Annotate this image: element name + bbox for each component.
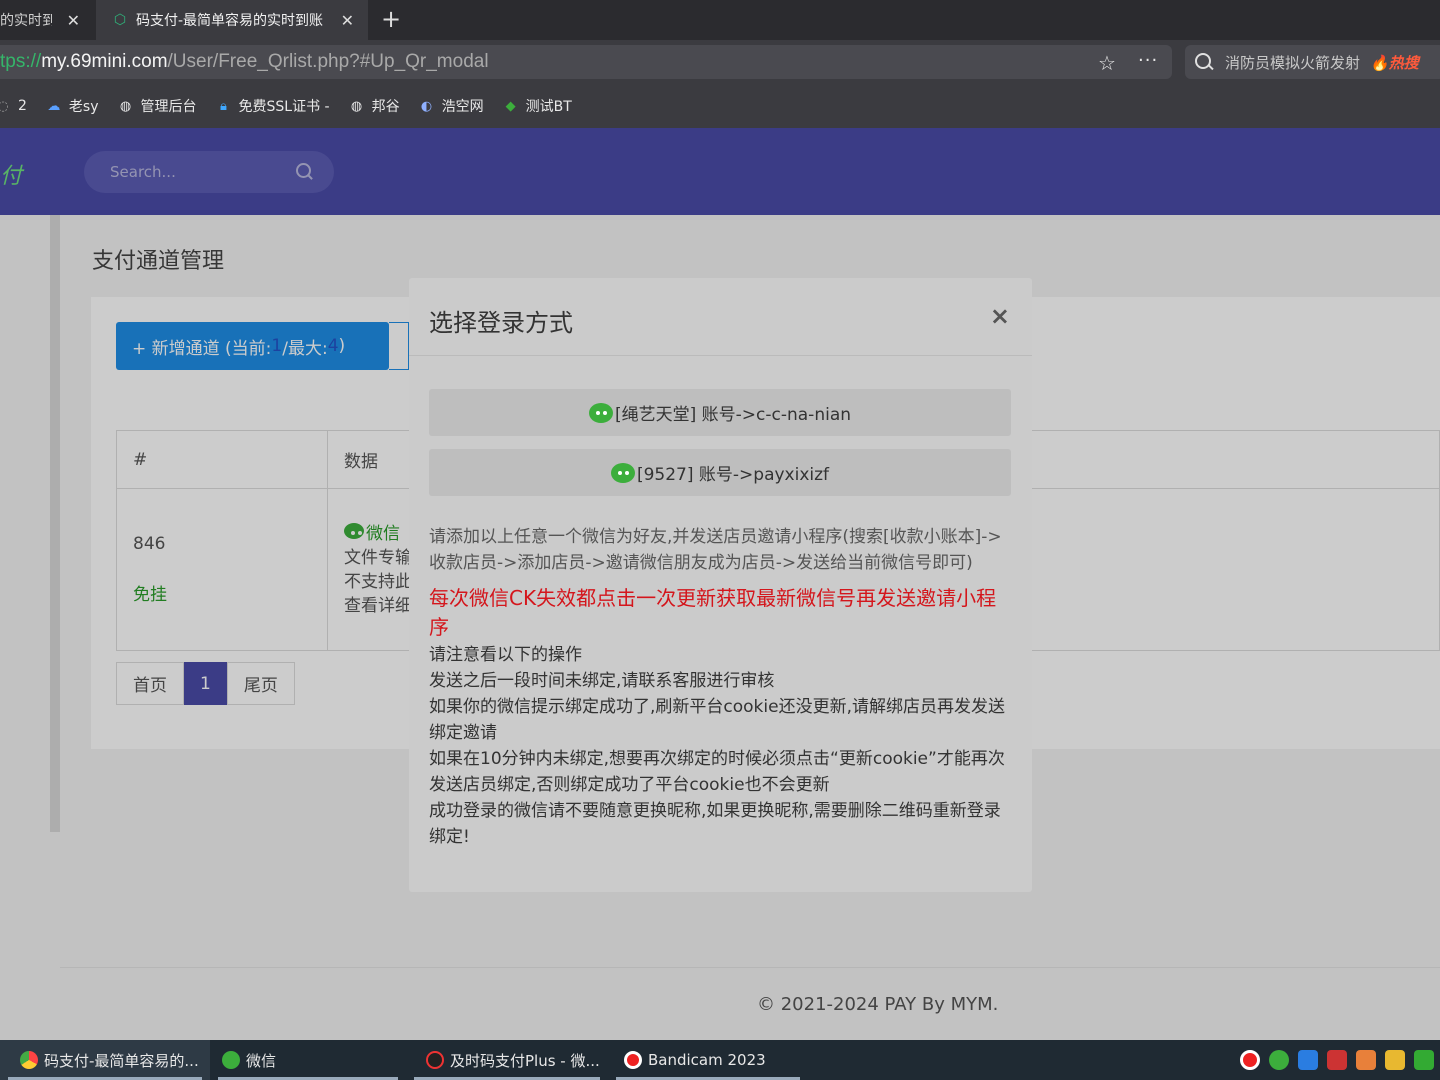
cube-icon: ◆ bbox=[505, 98, 516, 114]
bookmark-label: 测试BT bbox=[525, 99, 572, 115]
wechat-icon bbox=[222, 1051, 240, 1069]
gpu-tray-icon[interactable] bbox=[1414, 1050, 1434, 1070]
lock-icon: 🔒︎ bbox=[220, 98, 227, 114]
tab-close-icon[interactable]: ✕ bbox=[341, 11, 354, 30]
new-tab-icon[interactable]: + bbox=[378, 6, 404, 32]
bookmark-star-icon[interactable]: ☆ bbox=[1098, 51, 1116, 75]
bookmark-item[interactable]: ☁ 老sy bbox=[45, 96, 99, 116]
record-tray-icon[interactable] bbox=[1240, 1050, 1260, 1070]
account-option-label: [9527] 账号->payxixizf bbox=[636, 465, 830, 485]
shield-tray-icon[interactable] bbox=[1327, 1050, 1347, 1070]
search-suggestion: 消防员模拟火箭发射 bbox=[1225, 53, 1361, 72]
bookmark-label: 管理后台 bbox=[140, 99, 197, 115]
site-logo-icon: ◐ bbox=[420, 98, 433, 114]
globe-icon: ◍ bbox=[350, 98, 363, 114]
address-bar-row: tps://my.69mini.com/User/Free_Qrlist.php… bbox=[0, 40, 1440, 84]
login-method-modal: 选择登录方式 × [绳艺天堂] 账号->c-c-na-nian [9527] 账… bbox=[409, 278, 1032, 892]
bookmark-label: 2 bbox=[18, 98, 27, 114]
hot-label: 热搜 bbox=[1388, 53, 1419, 72]
os-taskbar: 码支付-最简单容易的... 微信 及时码支付Plus - 微... Bandic… bbox=[0, 1040, 1440, 1080]
taskbar-item-browser[interactable]: 码支付-最简单容易的... bbox=[0, 1040, 210, 1080]
bookmark-item[interactable]: 🔒︎ 免费SSL证书 - bbox=[215, 96, 330, 116]
wechat-icon bbox=[588, 402, 613, 423]
account-option-button[interactable]: [9527] 账号->payxixizf bbox=[429, 449, 1011, 496]
tab-title: 的实时到 bbox=[0, 13, 52, 29]
taskbar-item-label: 微信 bbox=[246, 1051, 277, 1070]
chat-bubble-icon: ◌ bbox=[0, 98, 9, 114]
bookmark-item[interactable]: ◍ 管理后台 bbox=[117, 96, 197, 116]
taskbar-item-label: 及时码支付Plus - 微... bbox=[450, 1051, 600, 1070]
bookmark-item[interactable]: ◐ 浩空网 bbox=[418, 96, 484, 116]
system-tray bbox=[1231, 1050, 1434, 1070]
warning-text: 每次微信CK失效都点击一次更新获取最新微信号再发送邀请小程序 bbox=[429, 586, 997, 639]
bookmark-label: 邦谷 bbox=[371, 99, 400, 115]
taskbar-item-label: Bandicam 2023 bbox=[648, 1051, 766, 1069]
account-option-button[interactable]: [绳艺天堂] 账号->c-c-na-nian bbox=[429, 389, 1011, 436]
url-host: my.69mini.com bbox=[41, 51, 168, 72]
url-path: /User/Free_Qrlist.php?#Up_Qr_modal bbox=[167, 51, 489, 72]
tab-close-icon[interactable]: ✕ bbox=[67, 11, 80, 30]
note-line: 成功登录的微信请不要随意更换昵称,如果更换昵称,需要删除二维码重新登录绑定! bbox=[429, 801, 1001, 847]
taskbar-item-qq[interactable]: 及时码支付Plus - 微... bbox=[406, 1040, 608, 1080]
browser-icon bbox=[20, 1051, 38, 1069]
account-option-label: [绳艺天堂] 账号->c-c-na-nian bbox=[614, 405, 852, 425]
bookmarks-bar: ◌ 2 ☁ 老sy ◍ 管理后台 🔒︎ 免费SSL证书 - ◍ 邦谷 ◐ 浩空网 ◆ 测试BT bbox=[0, 84, 1440, 128]
taskbar-item-label: 码支付-最简单容易的... bbox=[44, 1051, 199, 1070]
wechat-tray-icon[interactable] bbox=[1269, 1050, 1289, 1070]
qq-penguin-icon bbox=[426, 1051, 444, 1069]
record-icon bbox=[624, 1051, 642, 1069]
tab-title: 码支付-最简单容易的实时到账 bbox=[136, 13, 324, 29]
cloud-icon: ☁ bbox=[47, 98, 61, 114]
star-tray-icon[interactable] bbox=[1298, 1050, 1318, 1070]
close-icon[interactable]: × bbox=[990, 302, 1010, 330]
instruction-text: 请添加以上任意一个微信为好友,并发送店员邀请小程序(搜索[收款小账本]->收款店… bbox=[429, 527, 1002, 573]
url-protocol: tps:// bbox=[0, 51, 42, 72]
modal-title: 选择登录方式 bbox=[429, 309, 573, 337]
note-line: 如果你的微信提示绑定成功了,刷新平台cookie还没更新,请解绑店员再发发送绑定… bbox=[429, 697, 1005, 743]
note-line: 如果在10分钟内未绑定,想要再次绑定的时候必须点击“更新cookie”才能再次发… bbox=[429, 749, 1005, 795]
bookmark-item[interactable]: ◌ 2 bbox=[0, 97, 27, 115]
bookmark-item[interactable]: ◆ 测试BT bbox=[502, 96, 572, 116]
url-field[interactable]: tps://my.69mini.com/User/Free_Qrlist.php… bbox=[0, 45, 1172, 79]
bookmark-item[interactable]: ◍ 邦谷 bbox=[348, 96, 400, 116]
note-line: 请注意看以下的操作 bbox=[429, 645, 582, 665]
search-icon bbox=[1193, 51, 1215, 73]
modal-instructions: 请添加以上任意一个微信为好友,并发送店员邀请小程序(搜索[收款小账本]->收款店… bbox=[429, 524, 1014, 850]
hot-badge: 🔥热搜 bbox=[1370, 53, 1419, 72]
note-line: 发送之后一段时间未绑定,请联系客服进行审核 bbox=[429, 671, 775, 691]
modal-header: 选择登录方式 × bbox=[409, 278, 1032, 356]
bookmark-label: 老sy bbox=[68, 99, 99, 115]
wechat-icon bbox=[610, 462, 635, 483]
browser-tab-bar: 的实时到 ✕ ⬡ 码支付-最简单容易的实时到账 ✕ + bbox=[0, 0, 1440, 40]
browser-search-box[interactable]: 消防员模拟火箭发射 🔥热搜 bbox=[1185, 45, 1440, 79]
volume-icon[interactable] bbox=[1356, 1050, 1376, 1070]
browser-tab-inactive[interactable]: 的实时到 ✕ bbox=[0, 0, 94, 40]
note-tray-icon[interactable] bbox=[1385, 1050, 1405, 1070]
bookmark-label: 浩空网 bbox=[441, 99, 484, 115]
taskbar-item-bandicam[interactable]: Bandicam 2023 bbox=[608, 1040, 808, 1080]
taskbar-item-wechat[interactable]: 微信 bbox=[210, 1040, 406, 1080]
browser-tab-active[interactable]: ⬡ 码支付-最简单容易的实时到账 ✕ bbox=[96, 0, 368, 40]
site-favicon-icon: ⬡ bbox=[113, 12, 127, 28]
bookmark-label: 免费SSL证书 - bbox=[238, 99, 330, 115]
more-menu-icon[interactable]: ··· bbox=[1138, 50, 1158, 71]
globe-icon: ◍ bbox=[119, 98, 132, 114]
